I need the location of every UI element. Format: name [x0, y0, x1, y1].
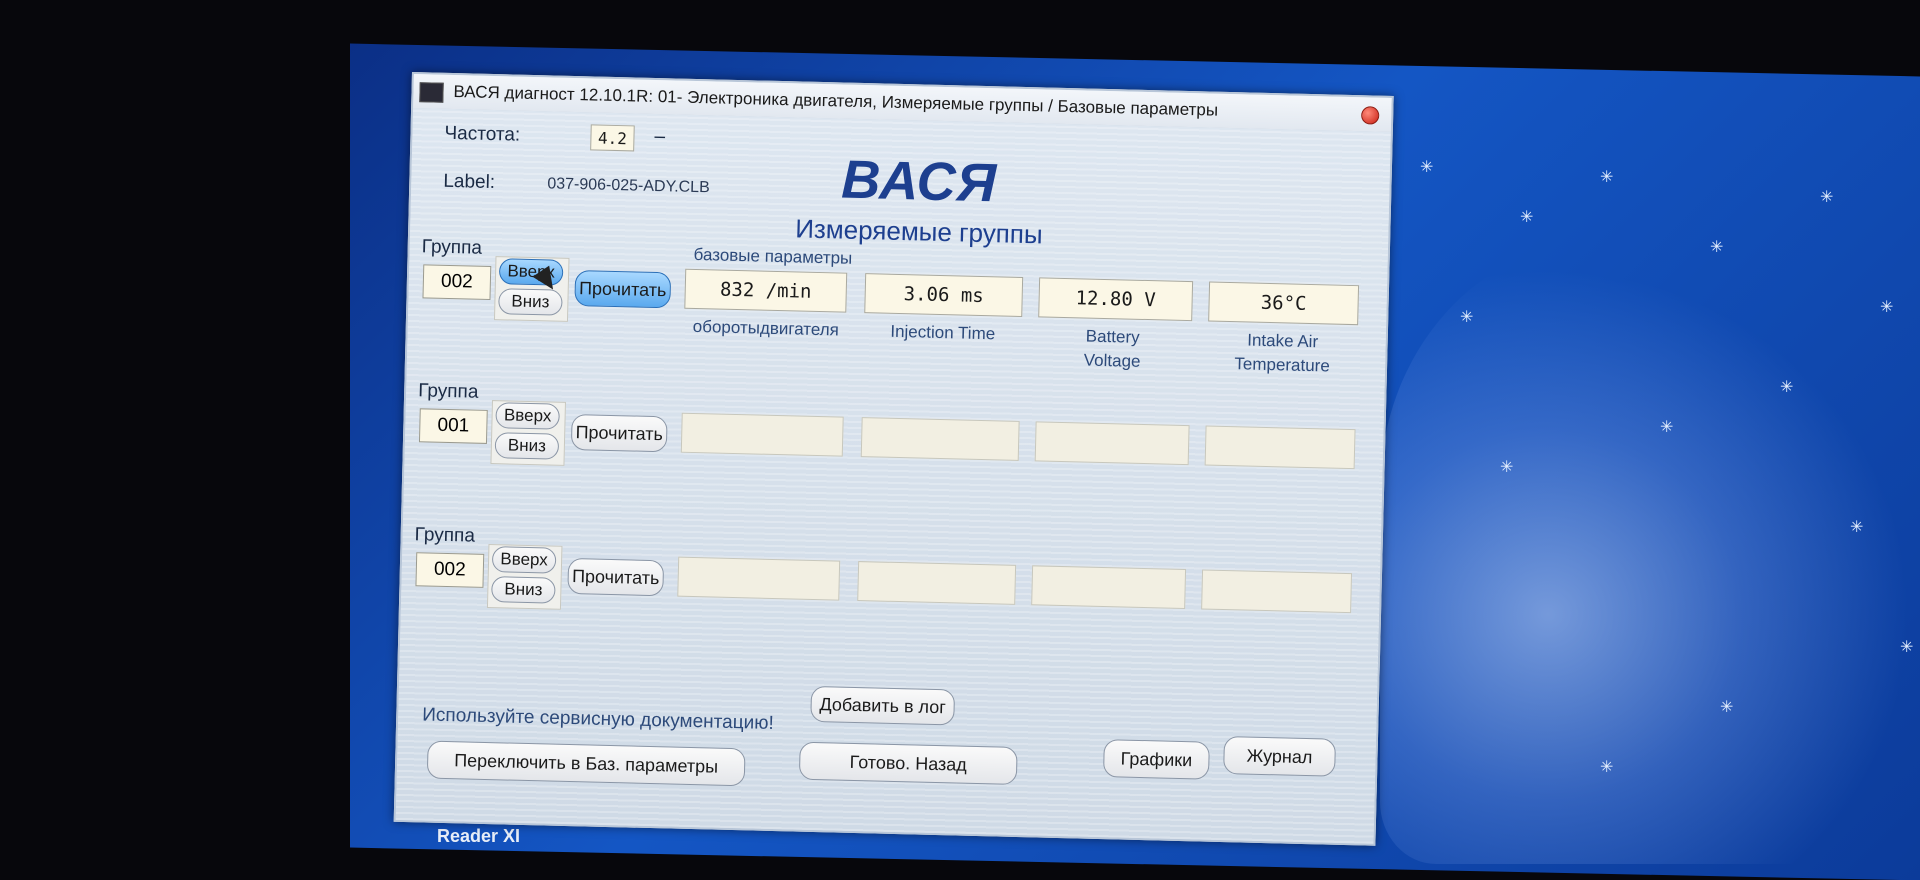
snowflake-icon: ✳	[1820, 189, 1834, 206]
snowflake-icon: ✳	[1720, 699, 1734, 716]
group-1-label: Группа	[421, 236, 483, 259]
basic-params-label: базовые параметры	[693, 244, 853, 268]
group-1-caption-4: Intake Air Temperature	[1234, 330, 1331, 376]
app-logo-icon	[419, 82, 444, 103]
frequency-label: Частота:	[444, 122, 521, 146]
group-1-down-button[interactable]: Вниз	[498, 288, 563, 316]
group-2-label: Группа	[417, 380, 479, 403]
group-3-value-2	[857, 561, 1017, 605]
add-to-log-button[interactable]: Добавить в лог	[810, 685, 956, 726]
group-3-up-button[interactable]: Вверх	[491, 546, 557, 574]
snowflake-icon: ✳	[1660, 419, 1674, 436]
group-1-value-4: 36°C	[1208, 281, 1360, 326]
switch-basic-params-button[interactable]: Переключить в Баз. параметры	[426, 740, 746, 787]
group-1-value-2: 3.06 ms	[864, 273, 1024, 317]
label-file-value: 037-906-025-ADY.CLB	[547, 175, 710, 197]
group-1-number[interactable]: 002	[422, 264, 492, 300]
diagnostic-window: ВАСЯ диагност 12.10.1R: 01- Электроника …	[393, 72, 1394, 846]
frequency-value: 4.2	[590, 124, 635, 152]
group-2-number[interactable]: 001	[418, 408, 488, 444]
group-2-value-3	[1034, 421, 1190, 466]
snowflake-icon: ✳	[1880, 299, 1894, 316]
window-client-area: Частота: 4.2 – Label: 037-906-025-ADY.CL…	[395, 108, 1391, 844]
group-2-up-button[interactable]: Вверх	[495, 402, 560, 430]
group-2-value-1	[680, 412, 844, 457]
group-1-caption-1: оборотыдвигателя	[692, 316, 840, 340]
group-2-read-button[interactable]: Прочитать	[570, 414, 668, 453]
snowflake-icon: ✳	[1420, 159, 1434, 176]
graphs-button[interactable]: Графики	[1102, 739, 1210, 780]
service-doc-notice: Используйте сервисную документацию!	[422, 704, 775, 735]
wallpaper-tree	[1380, 240, 1920, 864]
taskbar-item-reader[interactable]: Reader XI	[437, 826, 520, 847]
group-3-value-1	[677, 556, 841, 601]
snowflake-icon: ✳	[1780, 379, 1794, 396]
snowflake-icon: ✳	[1710, 239, 1724, 256]
page-subtitle: Измеряемые группы	[794, 213, 1043, 250]
group-1-caption-3: Battery Voltage	[1083, 326, 1141, 371]
group-1-read-button[interactable]: Прочитать	[574, 270, 672, 309]
journal-button[interactable]: Журнал	[1223, 736, 1336, 777]
group-2-down-button[interactable]: Вниз	[494, 432, 560, 460]
snowflake-icon: ✳	[1600, 759, 1614, 776]
snowflake-icon: ✳	[1520, 209, 1534, 226]
label-caption: Label:	[443, 170, 496, 194]
group-3-read-button[interactable]: Прочитать	[567, 557, 665, 597]
snowflake-icon: ✳	[1500, 459, 1514, 476]
snowflake-icon: ✳	[1600, 169, 1614, 186]
snowflake-icon: ✳	[1900, 639, 1914, 656]
group-1-value-3: 12.80 V	[1038, 277, 1194, 322]
done-back-button[interactable]: Готово. Назад	[798, 741, 1018, 785]
close-icon[interactable]	[1361, 106, 1380, 125]
group-3-value-3	[1031, 565, 1187, 610]
group-3-number[interactable]: 002	[415, 552, 485, 588]
snowflake-icon: ✳	[1850, 519, 1864, 536]
group-3-label: Группа	[414, 524, 476, 547]
group-2-value-2	[860, 417, 1020, 461]
group-2-value-4	[1204, 425, 1356, 470]
group-3-down-button[interactable]: Вниз	[491, 576, 556, 604]
group-3-value-4	[1201, 569, 1353, 614]
group-1-value-1: 832 /min	[684, 268, 848, 313]
group-1-caption-2: Injection Time	[890, 321, 996, 344]
frequency-dash: –	[654, 125, 666, 148]
snowflake-icon: ✳	[1460, 309, 1474, 326]
brand-logo: ВАСЯ	[840, 149, 998, 214]
